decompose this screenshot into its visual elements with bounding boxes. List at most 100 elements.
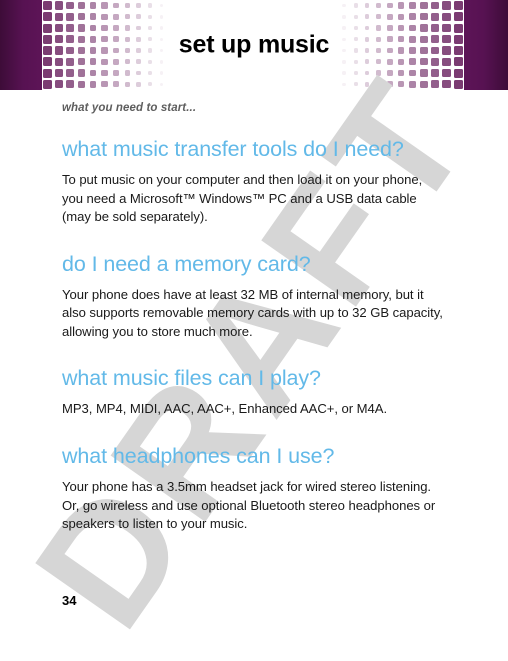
- section-headphones: what headphones can I use? Your phone ha…: [62, 443, 446, 534]
- banner-pattern-square: [136, 81, 141, 87]
- banner-pattern-square: [43, 1, 52, 10]
- banner-pattern-square: [386, 2, 393, 9]
- banner-pattern-square: [342, 82, 346, 86]
- banner-pattern-square: [364, 70, 370, 76]
- section-body: MP3, MP4, MIDI, AAC, AAC+, Enhanced AAC+…: [62, 401, 388, 417]
- banner-pattern-square: [409, 13, 416, 21]
- banner-pattern-square: [101, 13, 108, 20]
- banner-pattern-square: [124, 2, 130, 9]
- banner-pattern-square: [386, 81, 393, 88]
- banner-pattern-square: [159, 71, 164, 75]
- banner-pattern-square: [78, 1, 86, 10]
- section-body: Your phone does have at least 32 MB of i…: [62, 286, 443, 339]
- banner-pattern-square: [124, 70, 130, 76]
- section-heading: what music files can I play?: [62, 366, 321, 391]
- banner-pattern-square: [442, 1, 451, 10]
- banner-pattern-square: [375, 81, 381, 87]
- banner-pattern-square: [420, 1, 428, 10]
- banner-pattern-square: [89, 69, 97, 77]
- banner-pattern-square: [420, 80, 428, 88]
- banner-pattern-square: [136, 70, 141, 76]
- banner-pattern-square: [101, 69, 108, 77]
- banner-pattern-square: [159, 82, 164, 86]
- banner-pattern-square: [398, 81, 405, 88]
- banner-pattern-square: [136, 14, 141, 20]
- banner-pattern-square: [342, 3, 346, 8]
- banner-pattern-square: [159, 3, 164, 8]
- banner-pattern-square: [398, 2, 405, 9]
- banner-pattern-square: [124, 81, 130, 87]
- section-music-transfer-tools: what music transfer tools do I need? To …: [62, 136, 446, 227]
- banner-pattern-square: [101, 81, 108, 88]
- banner-pattern-square: [409, 69, 416, 77]
- banner-pattern-square: [409, 2, 416, 9]
- page-title-text: set up music: [166, 28, 342, 62]
- banner-pattern-square: [398, 13, 405, 20]
- page-title: set up music: [0, 28, 508, 62]
- banner-pattern-square: [147, 70, 153, 76]
- banner-pattern-square: [431, 1, 440, 10]
- banner-pattern-square: [147, 3, 153, 8]
- banner-pattern-square: [442, 68, 451, 78]
- banner-pattern-square: [431, 80, 440, 89]
- banner-pattern-square: [54, 80, 64, 89]
- banner-pattern-square: [453, 68, 463, 78]
- section-body: Your phone has a 3.5mm headset jack for …: [62, 479, 436, 532]
- banner-pattern-square: [66, 69, 75, 77]
- banner-pattern-square: [420, 13, 428, 21]
- banner-pattern-square: [78, 69, 86, 77]
- banner-pattern-square: [442, 80, 451, 89]
- page-content: what you need to start... what music tra…: [62, 102, 446, 534]
- section-heading: what headphones can I use?: [62, 444, 335, 469]
- banner-pattern-square: [442, 12, 451, 21]
- banner-pattern-square: [431, 12, 440, 21]
- banner-pattern-square: [342, 15, 346, 19]
- banner-pattern-square: [124, 14, 130, 20]
- banner-pattern-square: [101, 2, 108, 9]
- banner-pattern-square: [375, 14, 381, 20]
- banner-pattern-square: [409, 80, 416, 88]
- banner-pattern-square: [66, 12, 75, 21]
- section-heading: do I need a memory card?: [62, 251, 311, 276]
- banner-pattern-square: [431, 69, 440, 77]
- banner-pattern-square: [364, 14, 370, 20]
- banner-pattern-square: [453, 12, 463, 22]
- banner-pattern-square: [136, 3, 141, 8]
- banner-pattern-square: [453, 1, 463, 10]
- banner-pattern-square: [43, 12, 52, 22]
- banner-pattern-square: [78, 13, 86, 21]
- banner-pattern-square: [66, 1, 75, 10]
- banner-pattern-square: [375, 2, 381, 9]
- banner-pattern-square: [112, 70, 119, 76]
- banner-pattern-square: [353, 3, 358, 8]
- page-header-banner: set up music: [0, 0, 508, 90]
- banner-pattern-square: [386, 13, 393, 20]
- banner-pattern-square: [342, 71, 346, 75]
- banner-pattern-square: [112, 13, 119, 20]
- banner-pattern-square: [375, 70, 381, 76]
- banner-pattern-square: [112, 2, 119, 9]
- banner-pattern-square: [364, 81, 370, 87]
- section-music-files: what music files can I play? MP3, MP4, M…: [62, 365, 446, 419]
- banner-pattern-square: [78, 80, 86, 88]
- banner-pattern-square: [386, 70, 393, 76]
- banner-pattern-square: [353, 70, 358, 76]
- banner-pattern-square: [353, 82, 358, 87]
- banner-pattern-square: [147, 14, 153, 19]
- banner-pattern-square: [112, 81, 119, 88]
- section-body: To put music on your computer and then l…: [62, 172, 423, 225]
- banner-pattern-square: [54, 12, 64, 21]
- banner-pattern-square: [147, 82, 153, 87]
- banner-pattern-square: [54, 1, 64, 10]
- section-memory-card: do I need a memory card? Your phone does…: [62, 251, 446, 342]
- banner-pattern-square: [54, 68, 64, 78]
- banner-pattern-square: [420, 69, 428, 77]
- banner-pattern-square: [43, 79, 52, 89]
- banner-pattern-square: [453, 79, 463, 89]
- page-number: 34: [62, 593, 77, 608]
- banner-pattern-square: [43, 68, 52, 78]
- banner-pattern-square: [89, 13, 97, 21]
- section-heading: what music transfer tools do I need?: [62, 137, 404, 161]
- banner-pattern-square: [89, 80, 97, 88]
- content-kicker: what you need to start...: [62, 102, 197, 114]
